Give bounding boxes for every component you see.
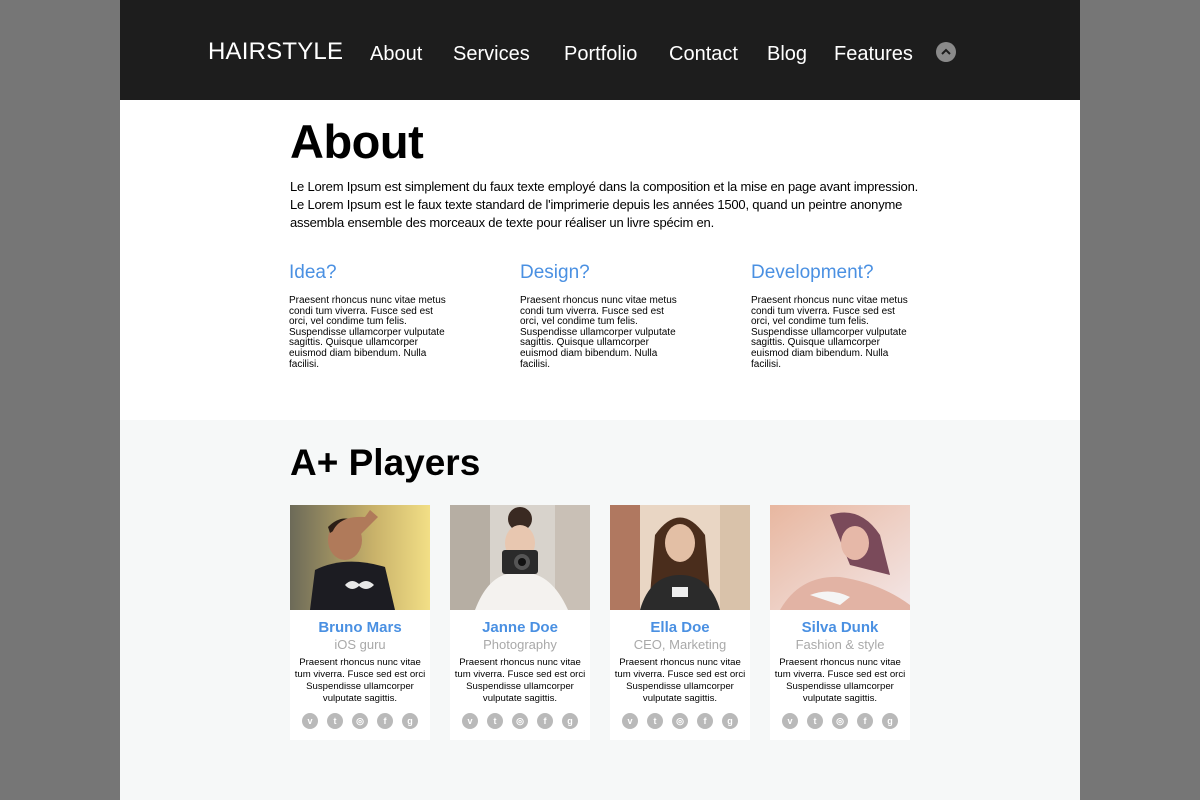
google-plus-icon[interactable]: g bbox=[562, 713, 578, 729]
feature-text: Praesent rhoncus nunc vitae metus condi … bbox=[289, 295, 446, 370]
player-photo bbox=[770, 505, 910, 610]
dribbble-icon[interactable]: ◎ bbox=[832, 713, 848, 729]
nav-about[interactable]: About bbox=[370, 43, 422, 66]
feature-text: Praesent rhoncus nunc vitae metus condi … bbox=[751, 295, 908, 370]
vimeo-icon[interactable]: v bbox=[622, 713, 638, 729]
nav-contact[interactable]: Contact bbox=[669, 43, 738, 66]
nav-blog[interactable]: Blog bbox=[767, 43, 807, 66]
player-description: Praesent rhoncus nunc vitae tum viverra.… bbox=[774, 657, 906, 704]
players-section: A+ Players Bruno Mars iOS guru Praesent … bbox=[120, 420, 1080, 800]
feature-title: Design? bbox=[520, 262, 590, 283]
about-text: Le Lorem Ipsum est simplement du faux te… bbox=[290, 179, 919, 230]
facebook-icon[interactable]: f bbox=[537, 713, 553, 729]
nav-services[interactable]: Services bbox=[453, 43, 530, 66]
social-links: v t ◎ f g bbox=[770, 713, 910, 729]
feature-text: Praesent rhoncus nunc vitae metus condi … bbox=[520, 295, 677, 370]
player-role: Photography bbox=[483, 637, 557, 652]
dribbble-icon[interactable]: ◎ bbox=[352, 713, 368, 729]
twitter-icon[interactable]: t bbox=[807, 713, 823, 729]
player-photo bbox=[610, 505, 750, 610]
feature-column-development: Development? Praesent rhoncus nunc vitae… bbox=[751, 262, 921, 370]
vimeo-icon[interactable]: v bbox=[462, 713, 478, 729]
player-card: Silva Dunk Fashion & style Praesent rhon… bbox=[770, 505, 910, 740]
player-role: CEO, Marketing bbox=[633, 637, 727, 652]
player-photo bbox=[290, 505, 430, 610]
google-plus-icon[interactable]: g bbox=[722, 713, 738, 729]
player-name[interactable]: Ella Doe bbox=[610, 619, 750, 637]
feature-title: Idea? bbox=[289, 262, 337, 283]
facebook-icon[interactable]: f bbox=[857, 713, 873, 729]
nav-portfolio[interactable]: Portfolio bbox=[564, 43, 637, 66]
scroll-top-button[interactable] bbox=[936, 42, 956, 62]
player-card: Janne Doe Photography Praesent rhoncus n… bbox=[450, 505, 590, 740]
facebook-icon[interactable]: f bbox=[377, 713, 393, 729]
player-name[interactable]: Silva Dunk bbox=[770, 619, 910, 637]
dribbble-icon[interactable]: ◎ bbox=[512, 713, 528, 729]
players-title: A+ Players bbox=[290, 442, 481, 483]
chevron-up-icon bbox=[941, 48, 951, 55]
player-photo bbox=[450, 505, 590, 610]
about-title: About bbox=[290, 115, 424, 168]
dribbble-icon[interactable]: ◎ bbox=[672, 713, 688, 729]
nav-features[interactable]: Features bbox=[834, 43, 913, 66]
feature-title: Development? bbox=[751, 262, 874, 283]
header: HAIRSTYLE About Services Portfolio Conta… bbox=[120, 0, 1080, 100]
player-description: Praesent rhoncus nunc vitae tum viverra.… bbox=[294, 657, 426, 704]
social-links: v t ◎ f g bbox=[610, 713, 750, 729]
player-description: Praesent rhoncus nunc vitae tum viverra.… bbox=[454, 657, 586, 704]
vimeo-icon[interactable]: v bbox=[782, 713, 798, 729]
player-name[interactable]: Bruno Mars bbox=[290, 619, 430, 637]
feature-column-design: Design? Praesent rhoncus nunc vitae metu… bbox=[520, 262, 690, 370]
google-plus-icon[interactable]: g bbox=[402, 713, 418, 729]
twitter-icon[interactable]: t bbox=[327, 713, 343, 729]
feature-column-idea: Idea? Praesent rhoncus nunc vitae metus … bbox=[289, 262, 459, 370]
player-description: Praesent rhoncus nunc vitae tum viverra.… bbox=[614, 657, 746, 704]
player-card: Ella Doe CEO, Marketing Praesent rhoncus… bbox=[610, 505, 750, 740]
twitter-icon[interactable]: t bbox=[647, 713, 663, 729]
player-role: Fashion & style bbox=[795, 637, 885, 652]
vimeo-icon[interactable]: v bbox=[302, 713, 318, 729]
social-links: v t ◎ f g bbox=[290, 713, 430, 729]
logo[interactable]: HAIRSTYLE bbox=[208, 38, 343, 66]
player-card: Bruno Mars iOS guru Praesent rhoncus nun… bbox=[290, 505, 430, 740]
player-role: iOS guru bbox=[334, 637, 386, 652]
player-name[interactable]: Janne Doe bbox=[450, 619, 590, 637]
social-links: v t ◎ f g bbox=[450, 713, 590, 729]
page: HAIRSTYLE About Services Portfolio Conta… bbox=[120, 0, 1080, 800]
facebook-icon[interactable]: f bbox=[697, 713, 713, 729]
twitter-icon[interactable]: t bbox=[487, 713, 503, 729]
google-plus-icon[interactable]: g bbox=[882, 713, 898, 729]
